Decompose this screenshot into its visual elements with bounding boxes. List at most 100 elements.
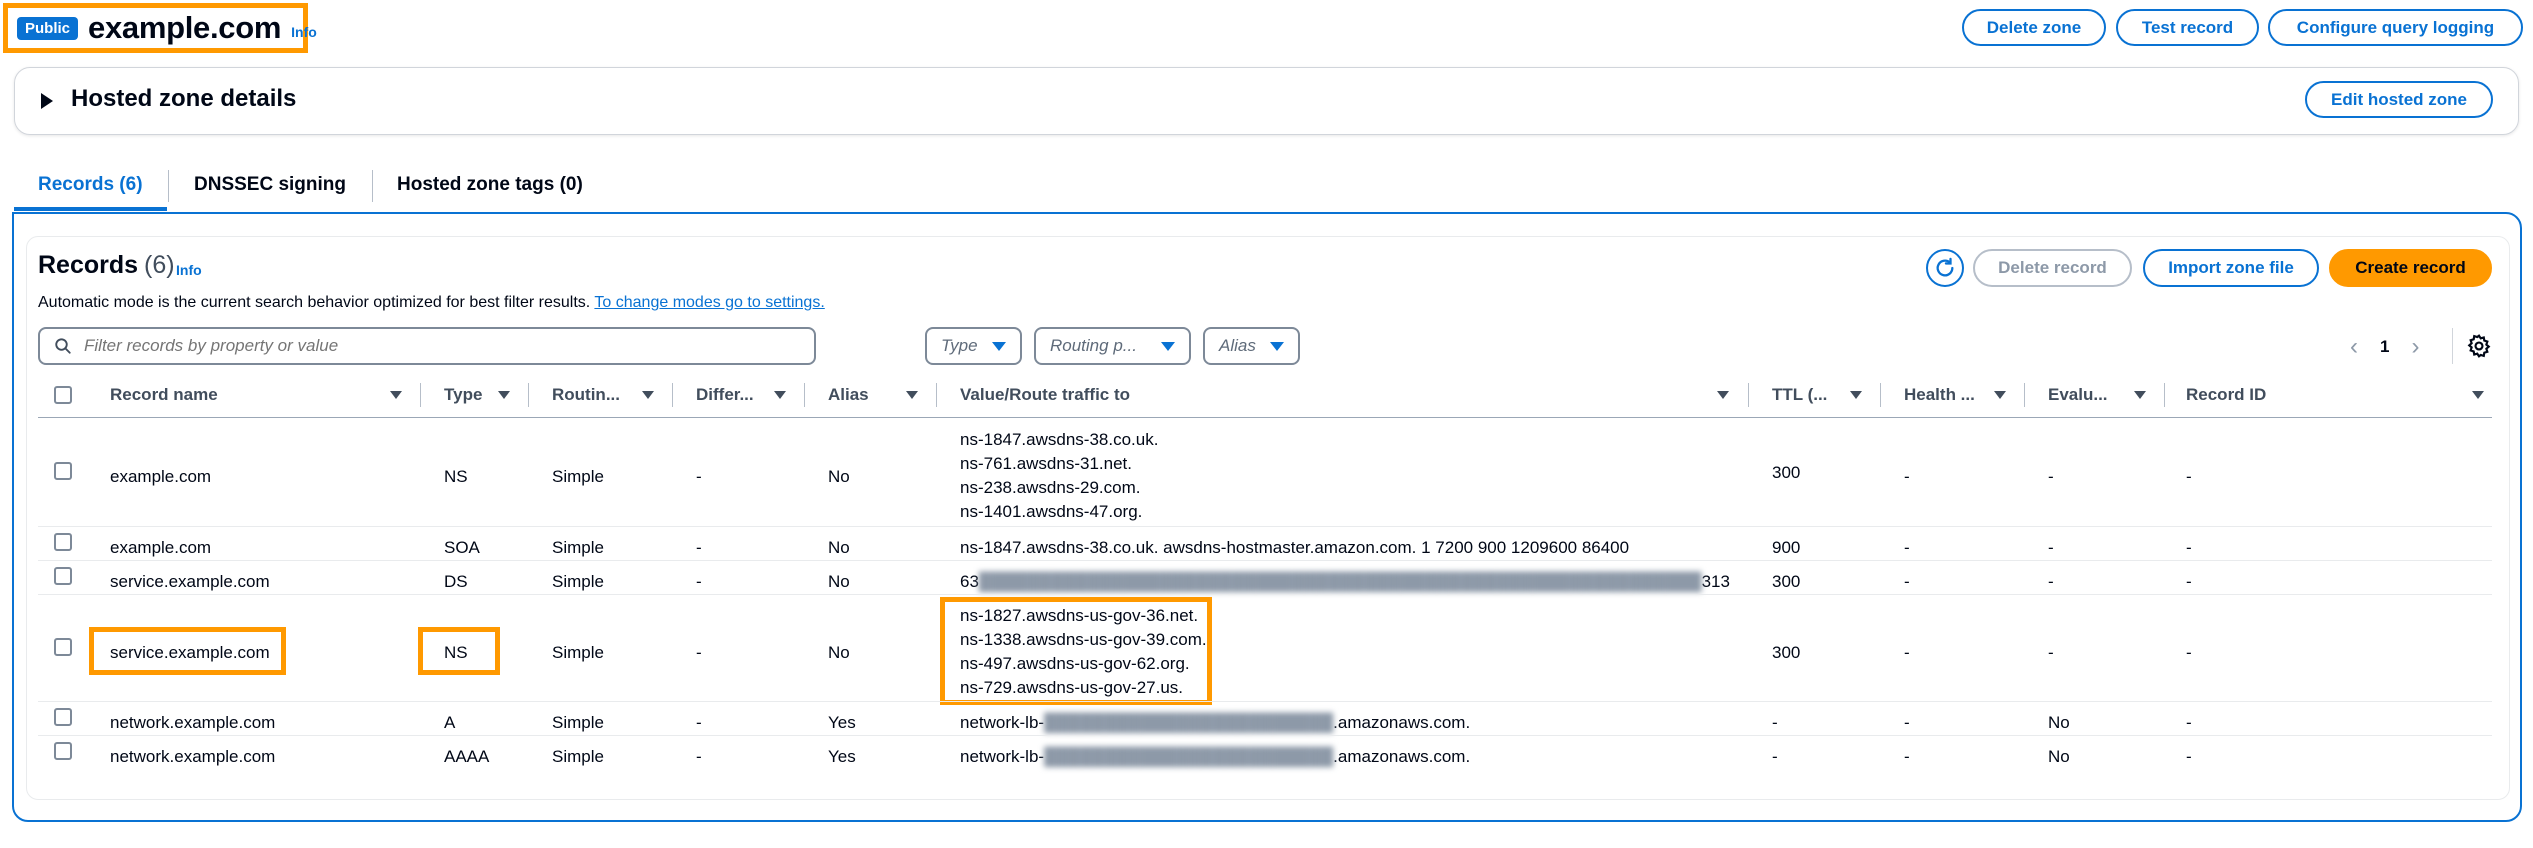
column-header-ttl[interactable]: TTL (...	[1772, 380, 1827, 410]
sort-caret-icon[interactable]	[2472, 391, 2484, 399]
column-separator[interactable]	[1748, 383, 1749, 407]
column-header-evaluate-health[interactable]: Evalu...	[2048, 380, 2108, 410]
row-checkbox[interactable]	[54, 567, 72, 585]
record-differentiator: -	[696, 643, 702, 662]
refresh-button[interactable]	[1926, 249, 1964, 287]
sort-caret-icon[interactable]	[2134, 391, 2146, 399]
column-header-alias[interactable]: Alias	[828, 380, 869, 410]
row-divider	[38, 526, 2492, 527]
tab-separator	[168, 170, 169, 202]
tab-hosted-zone-tags[interactable]: Hosted zone tags (0)	[397, 158, 583, 212]
column-header-routing-policy[interactable]: Routin...	[552, 380, 620, 410]
column-header-value[interactable]: Value/Route traffic to	[960, 380, 1130, 410]
column-separator[interactable]	[2164, 383, 2165, 407]
delete-record-button[interactable]: Delete record	[1973, 249, 2132, 287]
select-all-checkbox[interactable]	[54, 386, 72, 404]
page-header: Public example.com Info Delete zone Test…	[0, 0, 2533, 60]
row-checkbox[interactable]	[54, 742, 72, 760]
record-ttl: 300	[1772, 643, 1801, 662]
sort-caret-icon[interactable]	[774, 391, 786, 399]
record-evaluate-health: -	[2048, 467, 2054, 486]
record-name[interactable]: example.com	[110, 467, 211, 487]
chevron-left-icon[interactable]: ‹	[2350, 333, 2358, 361]
record-health-check: -	[1904, 572, 1910, 591]
configure-query-logging-button[interactable]: Configure query logging	[2268, 9, 2523, 46]
column-separator[interactable]	[2024, 383, 2025, 407]
records-info-link[interactable]: Info	[176, 262, 202, 278]
record-ttl: 300	[1772, 463, 1801, 482]
sort-caret-icon[interactable]	[498, 391, 510, 399]
gear-icon[interactable]	[2466, 333, 2492, 359]
sort-caret-icon[interactable]	[1994, 391, 2006, 399]
column-separator[interactable]	[672, 383, 673, 407]
routing-policy-filter-select[interactable]: Routing p...	[1034, 327, 1191, 365]
record-name[interactable]: network.example.com	[110, 747, 275, 767]
record-differentiator: -	[696, 538, 702, 557]
delete-zone-button[interactable]: Delete zone	[1962, 9, 2106, 46]
record-value: ns-1827.awsdns-us-gov-36.net. ns-1338.aw…	[960, 606, 1207, 697]
column-header-type[interactable]: Type	[444, 380, 482, 410]
row-checkbox[interactable]	[54, 708, 72, 726]
record-differentiator: -	[696, 572, 702, 591]
record-ttl: 300	[1772, 572, 1801, 591]
current-page[interactable]: 1	[2380, 337, 2389, 357]
row-divider	[38, 594, 2492, 595]
record-type: DS	[444, 572, 468, 591]
record-name[interactable]: service.example.com	[110, 572, 270, 592]
filter-records-search[interactable]	[38, 327, 816, 365]
record-value: network-lb-████████████████████████.amaz…	[960, 747, 1471, 766]
record-health-check: -	[1904, 643, 1910, 662]
record-health-check: -	[1904, 747, 1910, 766]
title-info-link[interactable]: Info	[291, 24, 317, 40]
sort-caret-icon[interactable]	[390, 391, 402, 399]
edit-hosted-zone-button[interactable]: Edit hosted zone	[2305, 81, 2493, 118]
record-differentiator: -	[696, 747, 702, 766]
record-name[interactable]: network.example.com	[110, 713, 275, 733]
sort-caret-icon[interactable]	[1717, 391, 1729, 399]
row-divider	[38, 560, 2492, 561]
tab-dnssec-signing[interactable]: DNSSEC signing	[194, 158, 346, 212]
record-evaluate-health: No	[2048, 713, 2070, 732]
sort-caret-icon[interactable]	[1850, 391, 1862, 399]
sort-caret-icon[interactable]	[906, 391, 918, 399]
record-name[interactable]: service.example.com	[110, 643, 270, 663]
column-header-record-id[interactable]: Record ID	[2186, 380, 2266, 410]
alias-filter-select[interactable]: Alias	[1203, 327, 1300, 365]
caret-right-icon[interactable]	[41, 93, 53, 109]
search-mode-description: Automatic mode is the current search beh…	[38, 294, 825, 311]
test-record-button[interactable]: Test record	[2116, 9, 2259, 46]
row-checkbox[interactable]	[54, 638, 72, 656]
row-checkbox[interactable]	[54, 462, 72, 480]
create-record-button[interactable]: Create record	[2329, 249, 2492, 287]
type-filter-select[interactable]: Type	[925, 327, 1022, 365]
tab-records[interactable]: Records (6)	[38, 158, 143, 212]
record-id: -	[2186, 747, 2192, 766]
record-evaluate-health: No	[2048, 747, 2070, 766]
hosted-zone-details-title[interactable]: Hosted zone details	[71, 85, 296, 113]
record-routing: Simple	[552, 713, 604, 732]
column-header-record-name[interactable]: Record name	[110, 380, 218, 410]
record-alias: No	[828, 467, 850, 486]
filter-records-input[interactable]	[84, 336, 784, 356]
active-tab-indicator	[14, 207, 167, 211]
record-name[interactable]: example.com	[110, 538, 211, 558]
column-separator[interactable]	[936, 383, 937, 407]
column-header-health-check[interactable]: Health ...	[1904, 380, 1975, 410]
column-separator[interactable]	[528, 383, 529, 407]
column-separator[interactable]	[1880, 383, 1881, 407]
records-count: (6)	[144, 251, 175, 279]
import-zone-file-button[interactable]: Import zone file	[2143, 249, 2319, 287]
chevron-right-icon[interactable]: ›	[2411, 333, 2419, 361]
record-alias: No	[828, 538, 850, 557]
record-value: ns-1847.awsdns-38.co.uk. awsdns-hostmast…	[960, 538, 1630, 557]
sort-caret-icon[interactable]	[642, 391, 654, 399]
column-separator[interactable]	[804, 383, 805, 407]
refresh-icon	[1936, 257, 1954, 277]
column-separator[interactable]	[420, 383, 421, 407]
row-checkbox[interactable]	[54, 533, 72, 551]
change-modes-link[interactable]: To change modes go to settings.	[594, 294, 824, 311]
column-header-differentiator[interactable]: Differ...	[696, 380, 754, 410]
record-evaluate-health: -	[2048, 643, 2054, 662]
record-ttl: 900	[1772, 538, 1801, 557]
hosted-zone-details-panel[interactable]: Hosted zone details	[14, 67, 2519, 135]
